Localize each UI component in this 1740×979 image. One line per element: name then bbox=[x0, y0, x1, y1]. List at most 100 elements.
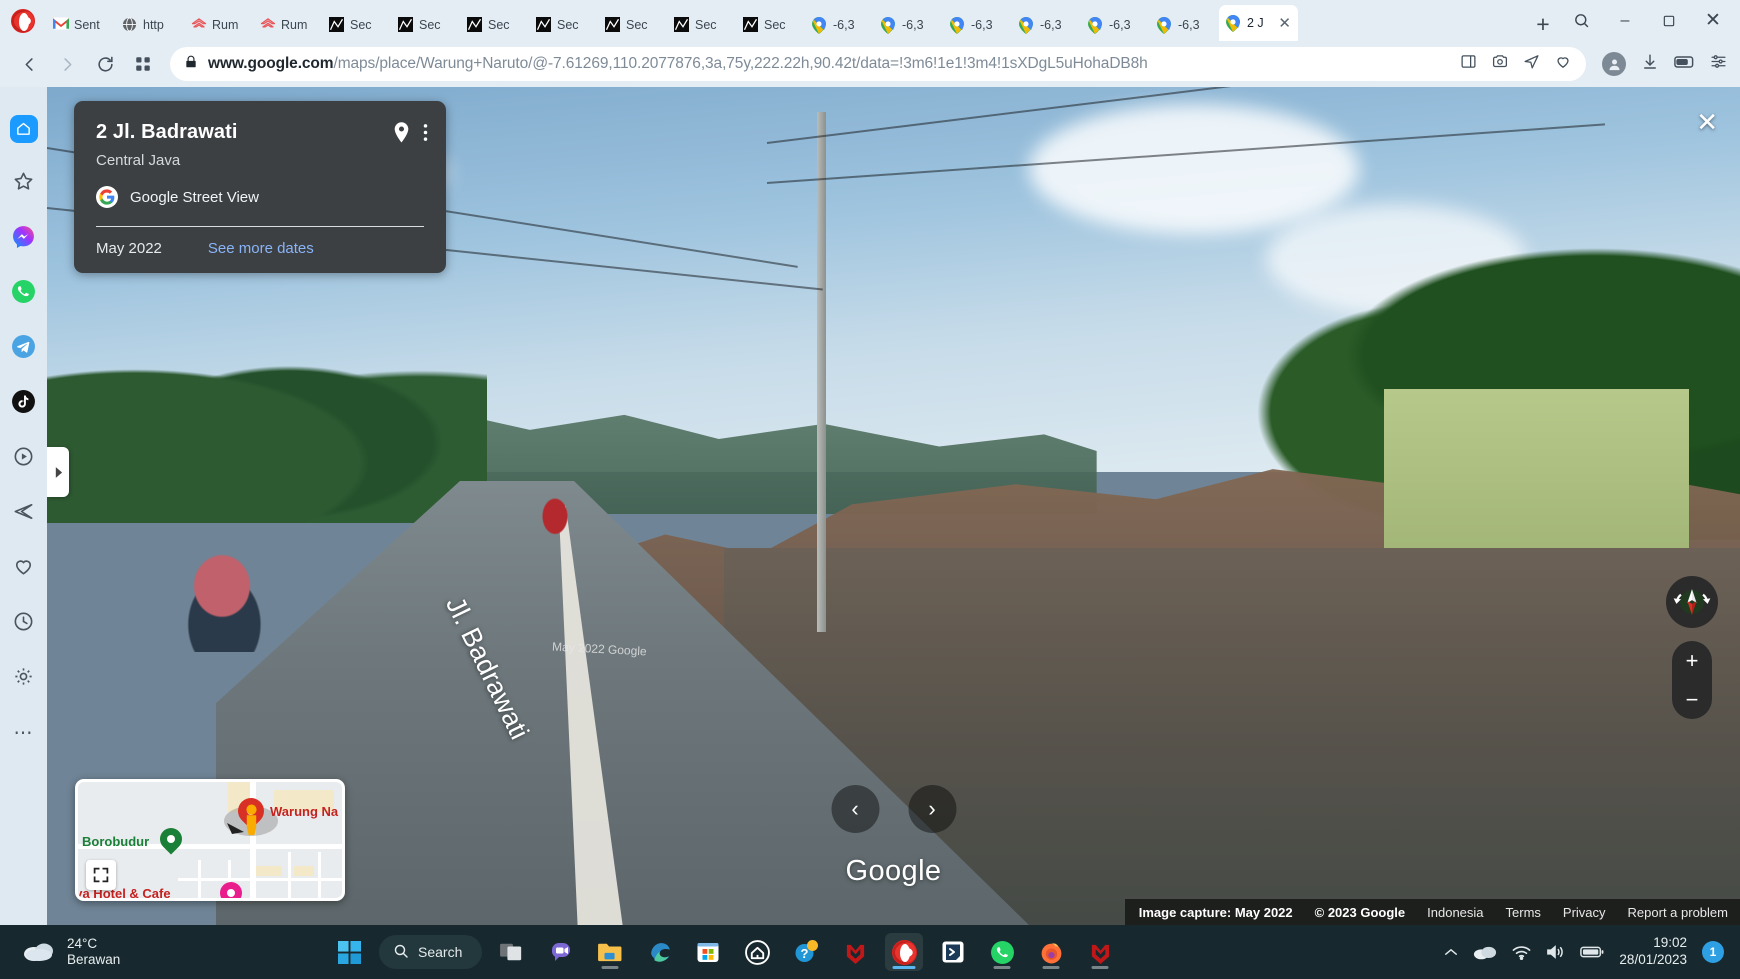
snapshot-icon[interactable] bbox=[1491, 53, 1509, 75]
opera-sidebar: ⋯ bbox=[0, 87, 47, 925]
forward-button[interactable] bbox=[50, 47, 84, 81]
whatsapp-taskbar-button[interactable] bbox=[983, 933, 1021, 971]
sidebar-item-home[interactable] bbox=[0, 101, 47, 156]
close-window-button[interactable]: ✕ bbox=[1692, 4, 1734, 38]
tab-1[interactable]: http bbox=[115, 8, 184, 41]
fullscreen-icon[interactable] bbox=[86, 860, 116, 890]
back-button[interactable] bbox=[12, 47, 46, 81]
tab-14[interactable]: -6,3 bbox=[1012, 8, 1081, 41]
tab-title: -6,3 bbox=[833, 17, 855, 32]
profile-avatar[interactable] bbox=[1602, 52, 1626, 76]
image-capture-text: Image capture: May 2022 bbox=[1138, 904, 1293, 920]
more-vert-icon[interactable] bbox=[423, 122, 428, 148]
sidebar-more-button[interactable]: ⋯ bbox=[0, 706, 47, 761]
sidebar-item-settings[interactable] bbox=[0, 651, 47, 706]
close-tab-button[interactable]: ✕ bbox=[1278, 16, 1291, 31]
chevron-up-icon[interactable] bbox=[1444, 947, 1458, 957]
wifi-icon[interactable] bbox=[1512, 945, 1531, 960]
mcafee-button[interactable] bbox=[836, 933, 874, 971]
onedrive-icon[interactable] bbox=[1473, 944, 1497, 960]
tab-15[interactable]: -6,3 bbox=[1081, 8, 1150, 41]
tab-search-button[interactable] bbox=[1560, 4, 1602, 38]
sidebar-item-bookmarks[interactable] bbox=[0, 156, 47, 211]
tab-9[interactable]: Sec bbox=[667, 8, 736, 41]
file-explorer-button[interactable] bbox=[591, 933, 629, 971]
tab-title: http bbox=[143, 17, 164, 32]
previous-view-button[interactable]: ‹ bbox=[831, 785, 879, 833]
tab-6[interactable]: Sec bbox=[460, 8, 529, 41]
tab-11[interactable]: -6,3 bbox=[805, 8, 874, 41]
opera-button[interactable] bbox=[885, 933, 924, 971]
firefox-button[interactable] bbox=[1032, 933, 1070, 971]
pegman-icon[interactable] bbox=[224, 792, 278, 836]
minimap-pin-hotel[interactable] bbox=[215, 877, 247, 898]
microsoft-store-button[interactable] bbox=[689, 933, 727, 971]
house-app-button[interactable] bbox=[738, 933, 776, 971]
sidebar-item-history[interactable] bbox=[0, 596, 47, 651]
opera-menu-button[interactable] bbox=[0, 0, 46, 41]
sidebar-toggle-icon[interactable] bbox=[1460, 53, 1477, 75]
sidebar-item-tiktok[interactable] bbox=[0, 376, 47, 431]
compass-icon[interactable] bbox=[1666, 576, 1718, 628]
sidebar-item-telegram[interactable] bbox=[0, 321, 47, 376]
heart-icon[interactable] bbox=[1554, 53, 1572, 75]
minimap-pin-borobudur[interactable] bbox=[155, 823, 187, 855]
street-view-panorama[interactable]: Jl. Badrawati May 2022 Google 2 Jl. Badr… bbox=[47, 87, 1740, 925]
maximize-button[interactable] bbox=[1648, 4, 1690, 38]
zoom-in-button[interactable]: + bbox=[1672, 641, 1712, 680]
tab-10[interactable]: Sec bbox=[736, 8, 805, 41]
easy-setup-icon[interactable] bbox=[1709, 53, 1728, 75]
help-button[interactable]: ? bbox=[787, 933, 825, 971]
mini-map[interactable]: Borobudur Warung Na aya Hotel & Cafe bbox=[75, 779, 345, 901]
tab-13[interactable]: -6,3 bbox=[943, 8, 1012, 41]
extensions-icon[interactable] bbox=[1674, 54, 1694, 75]
task-view-button[interactable] bbox=[493, 933, 531, 971]
tab-16[interactable]: -6,3 bbox=[1150, 8, 1219, 41]
send-to-device-icon[interactable] bbox=[1523, 53, 1540, 75]
tab-12[interactable]: -6,3 bbox=[874, 8, 943, 41]
tab-8[interactable]: Sec bbox=[598, 8, 667, 41]
tab-5[interactable]: Sec bbox=[391, 8, 460, 41]
attribution-link-privacy[interactable]: Privacy bbox=[1563, 905, 1606, 920]
url-bar[interactable]: www.google.com/maps/place/Warung+Naruto/… bbox=[170, 47, 1586, 81]
tab-active[interactable]: 2 J ✕ bbox=[1219, 5, 1298, 41]
close-panorama-button[interactable]: ✕ bbox=[1696, 109, 1718, 135]
see-more-dates-link[interactable]: See more dates bbox=[208, 240, 314, 257]
sidebar-item-send[interactable] bbox=[0, 486, 47, 541]
speaker-icon[interactable] bbox=[1546, 944, 1565, 960]
tab-0[interactable]: Sent bbox=[46, 8, 115, 41]
notification-badge[interactable]: 1 bbox=[1702, 941, 1724, 963]
clock[interactable]: 19:02 28/01/2023 bbox=[1619, 935, 1687, 969]
sidebar-item-favorites[interactable] bbox=[0, 541, 47, 596]
tab-title: Sec bbox=[626, 17, 648, 32]
sidebar-item-whatsapp[interactable] bbox=[0, 266, 47, 321]
weather-widget[interactable]: 24°C Berawan bbox=[0, 936, 330, 969]
sidebar-item-messenger[interactable] bbox=[0, 211, 47, 266]
app-blue-button[interactable] bbox=[934, 933, 972, 971]
attribution-link-terms[interactable]: Terms bbox=[1506, 905, 1541, 920]
tab-4[interactable]: Sec bbox=[322, 8, 391, 41]
attribution-link-report[interactable]: Report a problem bbox=[1628, 905, 1728, 920]
reload-button[interactable] bbox=[88, 47, 122, 81]
attribution-link-country[interactable]: Indonesia bbox=[1427, 905, 1483, 920]
gear-icon bbox=[12, 665, 35, 693]
sidebar-item-player[interactable] bbox=[0, 431, 47, 486]
search-box[interactable]: Search bbox=[379, 935, 483, 969]
start-button[interactable] bbox=[330, 933, 368, 971]
downloads-icon[interactable] bbox=[1641, 53, 1659, 76]
minimize-button[interactable]: – bbox=[1604, 4, 1646, 38]
tab-3[interactable]: Rum bbox=[253, 8, 322, 41]
zoom-out-button[interactable]: − bbox=[1672, 680, 1712, 719]
mcafee-2-button[interactable] bbox=[1081, 933, 1119, 971]
new-tab-button[interactable]: + bbox=[1526, 7, 1560, 41]
tab-2[interactable]: Rum bbox=[184, 8, 253, 41]
speed-dial-button[interactable] bbox=[126, 47, 160, 81]
edge-button[interactable] bbox=[640, 933, 678, 971]
lock-icon bbox=[184, 54, 198, 75]
next-view-button[interactable]: › bbox=[908, 785, 956, 833]
location-pin-icon[interactable] bbox=[392, 121, 411, 149]
sidebar-expander-button[interactable] bbox=[47, 447, 69, 497]
battery-icon[interactable] bbox=[1580, 945, 1604, 959]
tab-7[interactable]: Sec bbox=[529, 8, 598, 41]
chat-button[interactable] bbox=[542, 933, 580, 971]
